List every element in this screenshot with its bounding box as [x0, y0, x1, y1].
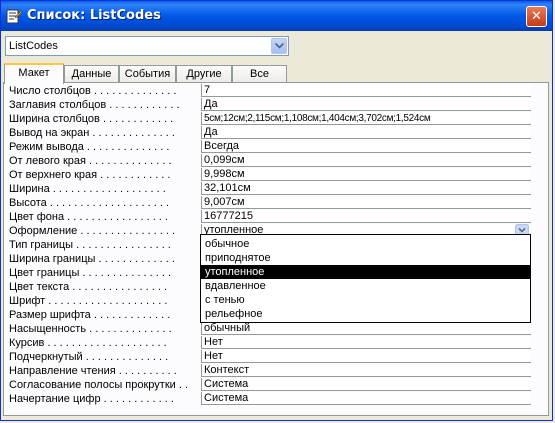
tab-label: Другие: [186, 68, 222, 80]
tab-events[interactable]: События: [119, 65, 176, 83]
property-label: Цвет границы . . . . . . . . . . . . . .…: [9, 266, 201, 280]
window-title: Список: ListCodes: [27, 8, 161, 23]
property-label: Ширина столбцов . . . . . . . . . . . .: [9, 112, 201, 126]
property-label: Ширина границы . . . . . . . . . . . . .: [9, 252, 201, 266]
property-label: Размер шрифта . . . . . . . . . . . . .: [9, 308, 201, 322]
property-label: Насыщенность . . . . . . . . . . . . . .: [9, 322, 201, 336]
tab-label: События: [124, 68, 171, 80]
property-label: Согласование полосы прокрутки . .: [9, 378, 201, 392]
tab-other[interactable]: Другие: [176, 65, 232, 83]
chevron-down-icon: [275, 43, 284, 49]
property-label: Подчеркнутый . . . . . . . . . . . . . .: [9, 350, 201, 364]
property-value[interactable]: 9,998см: [201, 168, 531, 181]
property-label: Начертание цифр . . . . . . . . . . . .: [9, 392, 201, 406]
dropdown-option[interactable]: с тенью: [201, 293, 530, 307]
property-row[interactable]: Цвет фона . . . . . . . . . . . . . . . …: [9, 210, 531, 224]
title-bar[interactable]: Список: ListCodes ✕: [1, 1, 552, 31]
dropdown-option[interactable]: вдавленное: [201, 279, 530, 293]
close-icon: ✕: [531, 9, 542, 24]
tab-all[interactable]: Все: [232, 65, 287, 83]
property-value[interactable]: 9,007см: [201, 196, 531, 209]
property-value[interactable]: Контекст: [201, 364, 531, 377]
object-select-dropdown-button[interactable]: [271, 38, 287, 54]
property-label: От левого края . . . . . . . . . . . . .…: [9, 154, 201, 168]
property-row[interactable]: Согласование полосы прокрутки . . Система: [9, 378, 531, 392]
property-value[interactable]: Да: [201, 98, 531, 111]
property-value[interactable]: Система: [201, 378, 531, 391]
object-select[interactable]: ListCodes: [5, 36, 289, 56]
property-row[interactable]: Ширина . . . . . . . . . . . . . . . . .…: [9, 182, 531, 196]
property-label: Цвет текста . . . . . . . . . . . . . . …: [9, 280, 201, 294]
property-row[interactable]: Вывод на экран . . . . . . . . . . . . .…: [9, 126, 531, 140]
property-row[interactable]: Курсив . . . . . . . . . . . . . . . . .…: [9, 336, 531, 350]
property-value[interactable]: обычный: [201, 322, 531, 335]
property-label: От верхнего края . . . . . . . . . . . .: [9, 168, 201, 182]
property-row[interactable]: Число столбцов . . . . . . . . . . . . .…: [9, 84, 531, 98]
property-label: Высота . . . . . . . . . . . . . . . . .…: [9, 196, 201, 210]
property-value[interactable]: Всегда: [201, 140, 531, 153]
property-label: Режим вывода . . . . . . . . . . . . . .: [9, 140, 201, 154]
object-select-value: ListCodes: [9, 40, 58, 52]
property-label: Число столбцов . . . . . . . . . . . . .…: [9, 84, 201, 98]
property-label: Заглавия столбцов . . . . . . . . . . . …: [9, 98, 201, 112]
property-label: Ширина . . . . . . . . . . . . . . . . .…: [9, 182, 201, 196]
property-row[interactable]: Режим вывода . . . . . . . . . . . . . .…: [9, 140, 531, 154]
properties-icon: [6, 8, 23, 24]
dropdown-option-selected[interactable]: утопленное: [201, 265, 530, 279]
tab-label: Все: [250, 68, 269, 80]
property-value[interactable]: 5см;12см;2,115см;1,108см;1,404см;3,702см…: [201, 112, 531, 125]
property-row[interactable]: Высота . . . . . . . . . . . . . . . . .…: [9, 196, 531, 210]
property-label: Шрифт . . . . . . . . . . . . . . . . . …: [9, 294, 201, 308]
property-row[interactable]: Заглавия столбцов . . . . . . . . . . . …: [9, 98, 531, 112]
property-label: Оформление . . . . . . . . . . . . . . .…: [9, 224, 201, 238]
close-button[interactable]: ✕: [526, 6, 547, 27]
dropdown-option[interactable]: рельефное: [201, 307, 530, 321]
property-label: Вывод на экран . . . . . . . . . . . . .…: [9, 126, 201, 140]
property-row[interactable]: От верхнего края . . . . . . . . . . . .…: [9, 168, 531, 182]
property-value[interactable]: 7: [201, 84, 531, 97]
property-row[interactable]: Ширина столбцов . . . . . . . . . . . .5…: [9, 112, 531, 126]
border-style-dropdown-list: обычное приподнятое утопленное вдавленно…: [200, 234, 531, 323]
property-label: Направление чтения . . . . . . . . . .: [9, 364, 201, 378]
dropdown-option[interactable]: обычное: [201, 237, 530, 251]
property-value[interactable]: Да: [201, 126, 531, 139]
property-row[interactable]: Начертание цифр . . . . . . . . . . . .С…: [9, 392, 531, 406]
tab-data[interactable]: Данные: [64, 65, 119, 83]
dropdown-option[interactable]: приподнятое: [201, 251, 530, 265]
property-row[interactable]: Подчеркнутый . . . . . . . . . . . . . .…: [9, 350, 531, 364]
property-row[interactable]: От левого края . . . . . . . . . . . . .…: [9, 154, 531, 168]
property-value[interactable]: Нет: [201, 336, 531, 349]
property-value[interactable]: 16777215: [201, 210, 531, 223]
property-label: Тип границы . . . . . . . . . . . . . . …: [9, 238, 201, 252]
property-label: Цвет фона . . . . . . . . . . . . . . . …: [9, 210, 201, 224]
property-label: Курсив . . . . . . . . . . . . . . . . .…: [9, 336, 201, 350]
property-value[interactable]: Система: [201, 392, 531, 405]
property-row[interactable]: Насыщенность . . . . . . . . . . . . . .…: [9, 322, 531, 336]
property-value[interactable]: 0,099см: [201, 154, 531, 167]
tab-label: Данные: [71, 68, 112, 80]
property-value[interactable]: 32,101см: [201, 182, 531, 195]
tab-label: Макет: [18, 67, 50, 79]
property-sheet-window: Список: ListCodes ✕ ListCodes Макет Данн…: [0, 0, 553, 421]
property-value[interactable]: Нет: [201, 350, 531, 363]
tab-layout[interactable]: Макет: [4, 63, 64, 84]
property-row[interactable]: Направление чтения . . . . . . . . . . Ко…: [9, 364, 531, 378]
